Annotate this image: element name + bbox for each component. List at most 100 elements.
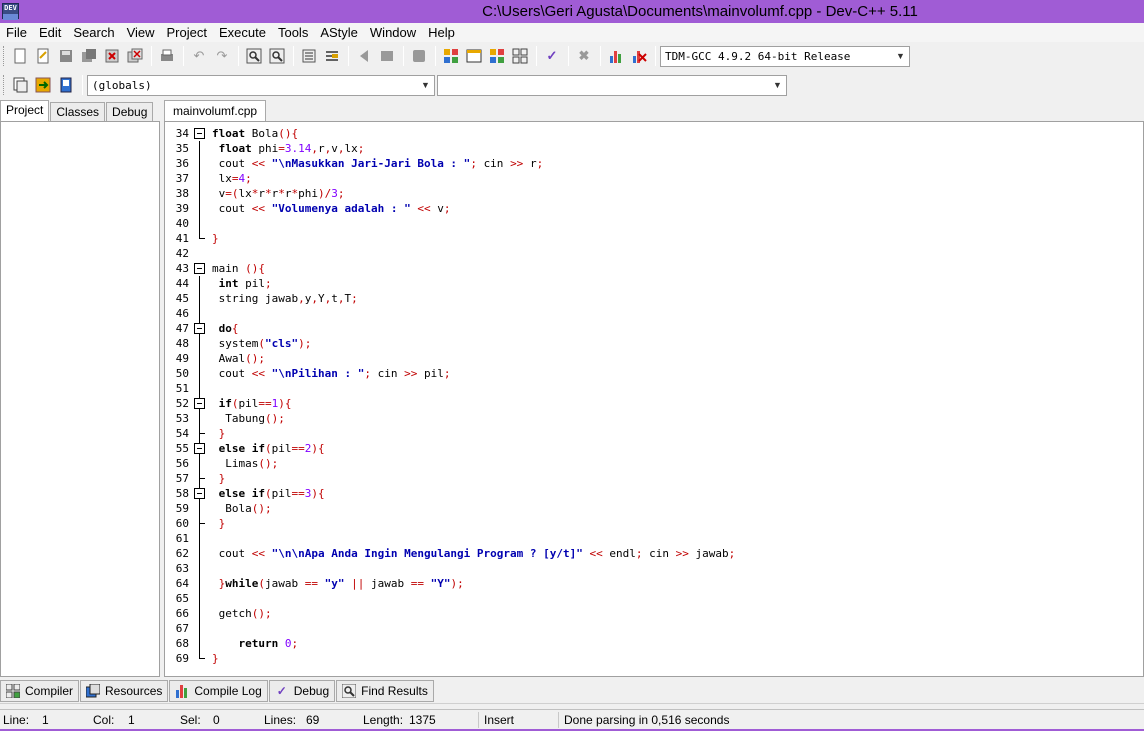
redo-icon[interactable]: ↷	[211, 45, 233, 67]
menu-execute[interactable]: Execute	[213, 23, 272, 42]
code-line[interactable]: 69}	[165, 651, 1143, 666]
tab-resources[interactable]: Resources	[80, 680, 169, 702]
replace-icon[interactable]	[266, 45, 288, 67]
compile-icon[interactable]	[440, 45, 462, 67]
code-line[interactable]: 44 int pil;	[165, 276, 1143, 291]
code-line[interactable]: 48 system("cls");	[165, 336, 1143, 351]
goto-definition-icon[interactable]	[55, 74, 77, 96]
code-line[interactable]: 41}	[165, 231, 1143, 246]
close-all-icon[interactable]	[124, 45, 146, 67]
code-line[interactable]: 56 Limas();	[165, 456, 1143, 471]
code-line[interactable]: 42	[165, 246, 1143, 261]
new-file-icon[interactable]	[9, 45, 31, 67]
code-line[interactable]: 68 return 0;	[165, 636, 1143, 651]
code-line[interactable]: 67	[165, 621, 1143, 636]
code-line[interactable]: 51	[165, 381, 1143, 396]
code-line[interactable]: 35 float phi=3.14,r,v,lx;	[165, 141, 1143, 156]
code-line[interactable]: 66 getch();	[165, 606, 1143, 621]
chevron-down-icon[interactable]: ▼	[892, 47, 909, 66]
menu-project[interactable]: Project	[161, 23, 213, 42]
project-browser[interactable]	[0, 121, 160, 677]
run-icon[interactable]	[463, 45, 485, 67]
scope-select[interactable]: (globals) ▼	[87, 74, 435, 96]
code-line[interactable]: 34 float Bola(){	[165, 126, 1143, 141]
fold-toggle-icon[interactable]	[194, 488, 205, 499]
fold-toggle-icon[interactable]	[194, 398, 205, 409]
code-line[interactable]: 50 cout << "\nPilihan : "; cin >> pil;	[165, 366, 1143, 381]
code-editor[interactable]: 34 float Bola(){35 float phi=3.14,r,v,lx;…	[164, 121, 1144, 677]
compiler-select[interactable]: TDM-GCC 4.9.2 64-bit Release ▼	[660, 45, 910, 67]
menu-search[interactable]: Search	[67, 23, 120, 42]
indent-icon[interactable]	[298, 45, 320, 67]
code-line[interactable]: 36 cout << "\nMasukkan Jari-Jari Bola : …	[165, 156, 1143, 171]
fold-toggle-icon[interactable]	[194, 323, 205, 334]
menu-edit[interactable]: Edit	[33, 23, 67, 42]
chevron-down-icon[interactable]: ▼	[769, 76, 786, 95]
tab-classes[interactable]: Classes	[50, 102, 106, 122]
profile-icon[interactable]	[605, 45, 627, 67]
line-number: 41	[175, 232, 189, 245]
code-line[interactable]: 65	[165, 591, 1143, 606]
code-line[interactable]: 61	[165, 531, 1143, 546]
code-line[interactable]: 55 else if(pil==2){	[165, 441, 1143, 456]
goto-declaration-icon[interactable]	[32, 74, 54, 96]
save-icon[interactable]	[55, 45, 77, 67]
menu-file[interactable]: File	[0, 23, 33, 42]
code-line[interactable]: 47 do{	[165, 321, 1143, 336]
menu-tools[interactable]: Tools	[272, 23, 314, 42]
close-file-icon[interactable]	[101, 45, 123, 67]
code-line[interactable]: 57 }	[165, 471, 1143, 486]
menu-window[interactable]: Window	[364, 23, 422, 42]
code-line[interactable]: 58 else if(pil==3){	[165, 486, 1143, 501]
tab-project[interactable]: Project	[0, 100, 50, 122]
menu-view[interactable]: View	[121, 23, 161, 42]
bookmark-left-icon[interactable]	[353, 45, 375, 67]
print-icon[interactable]	[156, 45, 178, 67]
delete-profile-icon[interactable]	[628, 45, 650, 67]
stop-execution-icon[interactable]: ✖	[573, 45, 595, 67]
code-line[interactable]: 53 Tabung();	[165, 411, 1143, 426]
code-line[interactable]: 60 }	[165, 516, 1143, 531]
fold-toggle-icon[interactable]	[194, 263, 205, 274]
compile-run-icon[interactable]	[486, 45, 508, 67]
code-line[interactable]: 62 cout << "\n\nApa Anda Ingin Mengulang…	[165, 546, 1143, 561]
tab-find-results[interactable]: Find Results	[336, 680, 434, 702]
code-line[interactable]: 39 cout << "Volumenya adalah : " << v;	[165, 201, 1143, 216]
undo-icon[interactable]: ↶	[188, 45, 210, 67]
toggle-comment-icon[interactable]	[408, 45, 430, 67]
code-line[interactable]: 63	[165, 561, 1143, 576]
bookmark-right-icon[interactable]	[376, 45, 398, 67]
goto-line-icon[interactable]	[321, 45, 343, 67]
code-line[interactable]: 64 }while(jawab == "y" || jawab == "Y");	[165, 576, 1143, 591]
tab-debug-output[interactable]: ✓ Debug	[268, 680, 336, 702]
toolbar-grip[interactable]	[3, 46, 6, 66]
syntax-check-icon[interactable]: ✓	[541, 45, 563, 67]
editor-tab-file[interactable]: mainvolumf.cpp	[164, 100, 267, 122]
code-line[interactable]: 37 lx=4;	[165, 171, 1143, 186]
toolbar-grip[interactable]	[3, 75, 6, 95]
fold-toggle-icon[interactable]	[194, 443, 205, 454]
tab-debug[interactable]: Debug	[106, 102, 154, 122]
code-line[interactable]: 59 Bola();	[165, 501, 1143, 516]
code-line[interactable]: 45 string jawab,y,Y,t,T;	[165, 291, 1143, 306]
code-line[interactable]: 40	[165, 216, 1143, 231]
tab-compiler[interactable]: Compiler	[0, 680, 80, 702]
fold-end-marker	[199, 231, 205, 239]
code-line[interactable]: 43 main (){	[165, 261, 1143, 276]
code-line[interactable]: 38 v=(lx*r*r*r*phi)/3;	[165, 186, 1143, 201]
tab-compile-log[interactable]: Compile Log	[169, 680, 268, 702]
code-line[interactable]: 52 if(pil==1){	[165, 396, 1143, 411]
menu-astyle[interactable]: AStyle	[314, 23, 364, 42]
insert-code-icon[interactable]	[9, 74, 31, 96]
code-line[interactable]: 54 }	[165, 426, 1143, 441]
rebuild-icon[interactable]	[509, 45, 531, 67]
member-select[interactable]: ▼	[437, 74, 787, 96]
save-all-icon[interactable]	[78, 45, 100, 67]
open-file-icon[interactable]	[32, 45, 54, 67]
fold-toggle-icon[interactable]	[194, 128, 205, 139]
menu-help[interactable]: Help	[422, 23, 461, 42]
find-icon[interactable]	[243, 45, 265, 67]
code-line[interactable]: 46	[165, 306, 1143, 321]
chevron-down-icon[interactable]: ▼	[417, 76, 434, 95]
code-line[interactable]: 49 Awal();	[165, 351, 1143, 366]
